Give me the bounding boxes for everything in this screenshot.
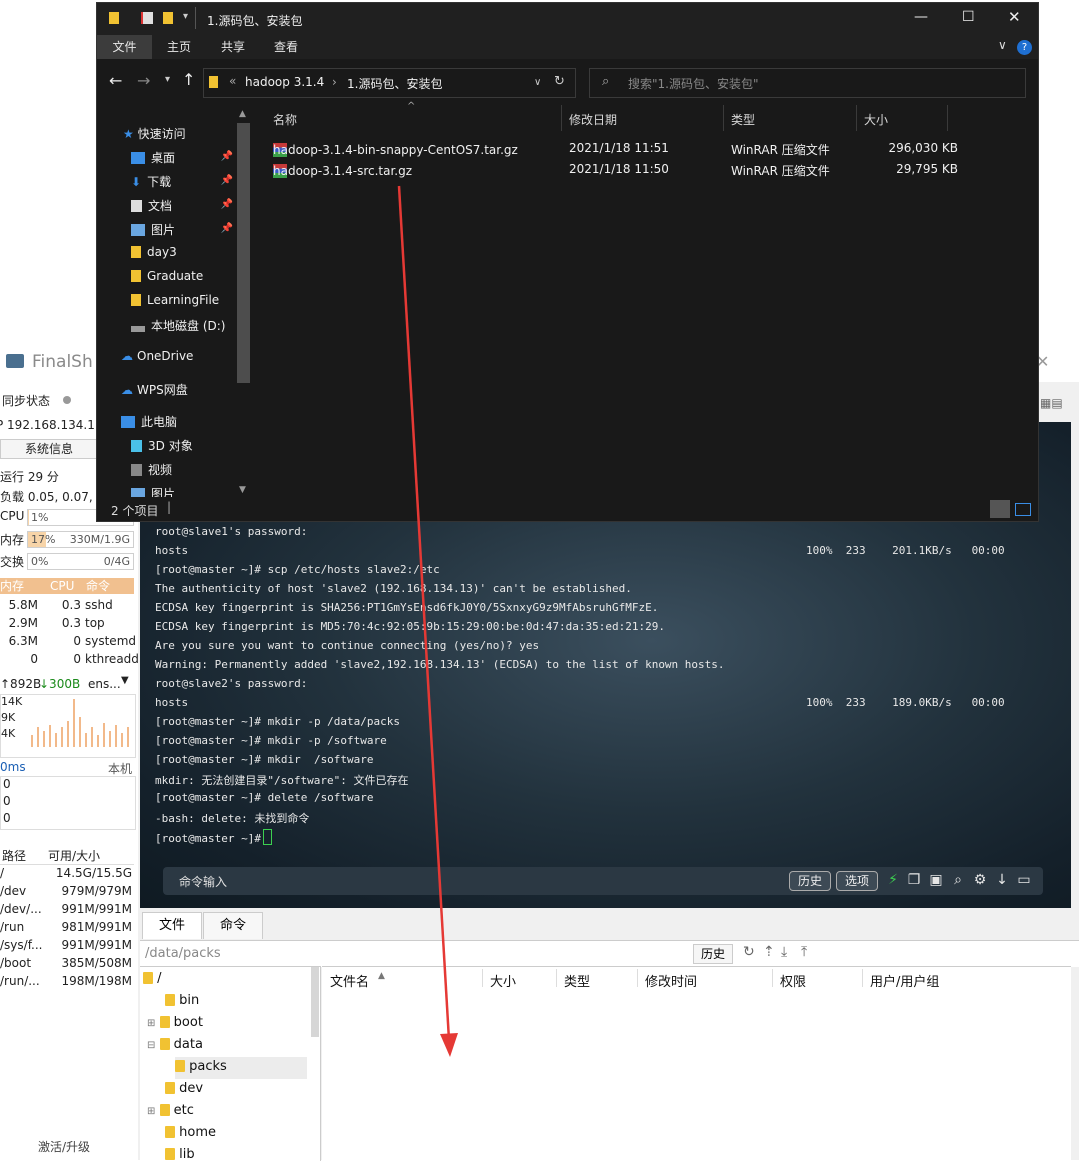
arrow-head bbox=[440, 1033, 458, 1057]
annotation-arrow bbox=[397, 185, 458, 1057]
arrow-shaft bbox=[397, 185, 451, 1041]
